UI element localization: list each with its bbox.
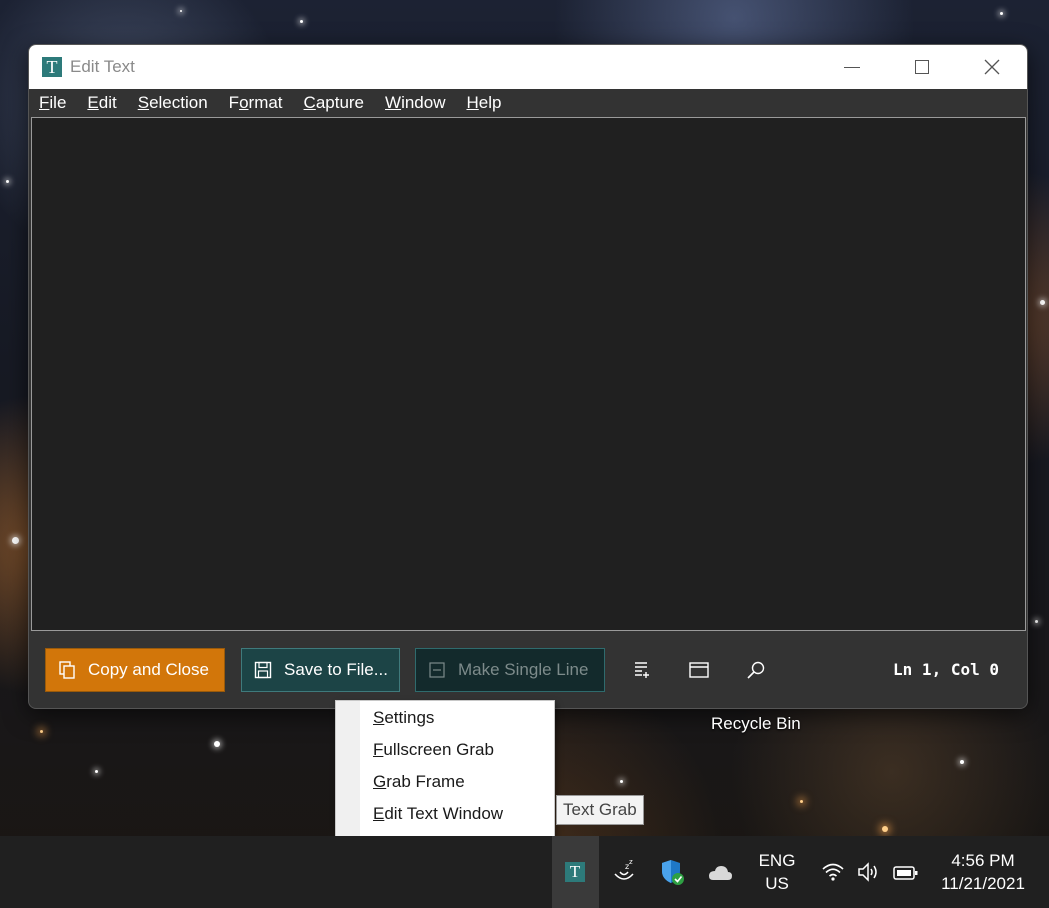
grab-frame-accesskey: G [373,772,387,791]
language-region: US [765,874,789,893]
menu-window[interactable]: Window [385,93,445,113]
menu-file-accesskey: F [39,93,50,112]
menu-edit-label: dit [98,93,117,112]
menu-capture[interactable]: Capture [304,93,364,113]
copy-icon [59,661,75,679]
save-icon [254,661,272,679]
search-icon[interactable] [745,659,767,681]
star [214,741,220,747]
security-shield-icon[interactable] [660,858,686,886]
onedrive-cloud-icon[interactable] [707,864,733,882]
close-button[interactable] [957,45,1027,89]
context-item-settings[interactable]: Settings [373,708,434,728]
menu-edit[interactable]: Edit [87,93,116,113]
menu-capture-label: apture [315,93,365,112]
text-editor-area[interactable] [31,117,1026,631]
menu-capture-accesskey: C [303,93,316,112]
grab-frame-label: rab Frame [386,772,465,791]
menu-window-label: indow [401,93,446,112]
menu-help-accesskey: H [466,93,479,112]
window-icon[interactable] [688,659,710,681]
menu-bar: File Edit Selection Format Capture Windo… [29,89,1027,117]
star [95,770,98,773]
fullscreen-label: ullscreen Grab [383,740,494,759]
menu-window-accesskey: W [385,93,402,112]
app-icon: T [42,57,62,77]
single-line-icon [429,662,445,678]
star [620,780,623,783]
star [40,730,43,733]
battery-icon[interactable] [893,865,919,881]
menu-format-accesskey: o [239,93,249,112]
star [180,10,182,12]
edit-text-accesskey: E [373,804,385,823]
menu-edit-accesskey: E [87,93,99,112]
star [300,20,303,23]
star [1035,620,1038,623]
star [12,537,19,544]
menu-selection-accesskey: S [137,93,150,112]
title-bar[interactable]: T Edit Text [29,45,1027,89]
language-code: ENG [758,851,796,870]
settings-accesskey: S [373,708,385,727]
edit-text-label: dit Text Window [384,804,504,823]
make-single-line-label: Make Single Line [458,660,589,679]
volume-icon[interactable] [856,861,880,883]
fullscreen-accesskey: F [373,740,384,759]
minimize-icon [844,66,860,68]
star [960,760,964,764]
edit-text-window: T Edit Text File Edit Selection Format C… [28,44,1028,709]
tray-tooltip: Text Grab [556,795,644,825]
menu-format-label: rmat [248,93,283,112]
wifi-icon[interactable] [821,862,845,882]
clock-time: 4:56 PM [951,851,1015,870]
star [1040,300,1045,305]
minimize-button[interactable] [817,45,887,89]
star [882,826,888,832]
copy-and-close-label: Copy and Close [88,660,209,679]
menu-format[interactable]: Format [229,93,283,113]
maximize-button[interactable] [887,45,957,89]
save-to-file-label: Save to File... [284,660,388,679]
context-item-fullscreen-grab[interactable]: Fullscreen Grab [373,740,494,760]
save-to-file-button[interactable]: Save to File... [241,648,400,692]
maximize-icon [915,60,929,74]
sleep-mode-icon[interactable]: z z [612,858,636,884]
star [1000,12,1003,15]
menu-selection[interactable]: Selection [138,93,208,113]
make-single-line-button[interactable]: Make Single Line [415,648,605,692]
menu-help-label: elp [478,93,502,112]
bottom-toolbar: Copy and Close Save to File... Make Sing… [29,635,1027,707]
text-grab-tray-icon[interactable]: T [565,862,585,882]
menu-format-prefix: F [228,93,240,112]
close-icon [984,59,1000,75]
clock-date: 11/21/2021 [941,874,1025,893]
taskbar: T z z ENG US 4:56 PM 11/21/2021 [0,836,1049,908]
cursor-position-status: Ln 1, Col 0 [893,660,999,679]
context-item-edit-text-window[interactable]: Edit Text Window [373,804,503,824]
add-text-icon[interactable] [632,659,654,681]
menu-help[interactable]: Help [466,93,501,113]
language-indicator[interactable]: ENG US [755,849,799,895]
menu-selection-label: election [149,93,208,112]
menu-file[interactable]: File [39,93,66,113]
star [800,800,803,803]
settings-label: ettings [384,708,435,727]
context-item-grab-frame[interactable]: Grab Frame [373,772,465,792]
window-title: Edit Text [70,57,135,76]
svg-text:z: z [629,858,633,866]
copy-and-close-button[interactable]: Copy and Close [45,648,225,692]
clock[interactable]: 4:56 PM 11/21/2021 [935,849,1031,895]
star [6,180,9,183]
menu-file-label: ile [49,93,67,112]
recycle-bin-label[interactable]: Recycle Bin [711,714,801,734]
